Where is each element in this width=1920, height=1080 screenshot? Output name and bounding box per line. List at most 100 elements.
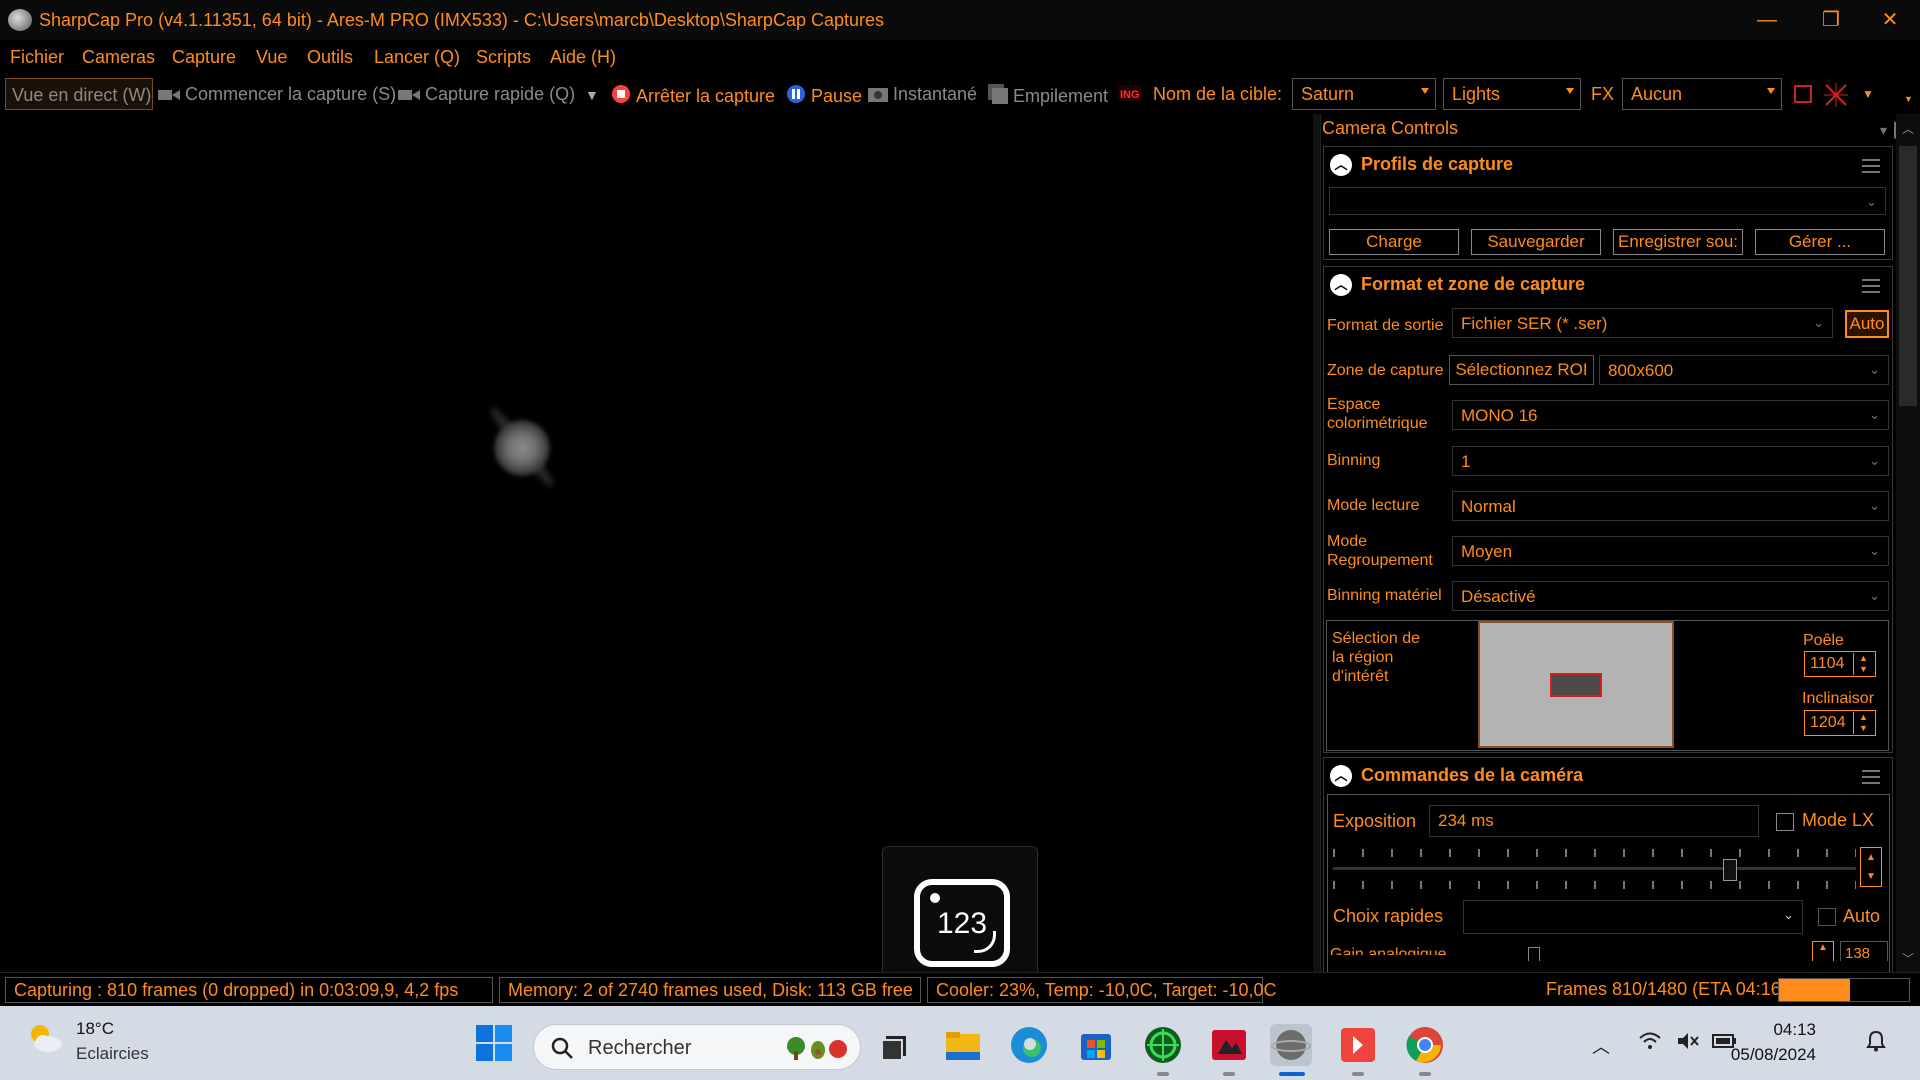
- phd-guiding-icon[interactable]: [1142, 1024, 1184, 1066]
- edge-browser-icon[interactable]: [1008, 1024, 1050, 1066]
- readmode-select[interactable]: Normal ⌄: [1452, 491, 1889, 521]
- clock-time[interactable]: 04:13: [1718, 1020, 1816, 1040]
- chevron-down-icon: ⌄: [1869, 407, 1880, 422]
- group-header[interactable]: ︿ Format et zone de capture: [1324, 267, 1892, 303]
- microsoft-store-icon[interactable]: [1075, 1024, 1117, 1066]
- snapshot-button[interactable]: Instantané: [868, 84, 977, 107]
- grouping-select[interactable]: Moyen ⌄: [1452, 536, 1889, 566]
- roi-rectangle[interactable]: [1550, 673, 1602, 697]
- colorspace-select[interactable]: MONO 16 ⌄: [1452, 400, 1889, 430]
- select-roi-button[interactable]: Sélectionnez ROI: [1449, 355, 1594, 385]
- chevron-down-icon[interactable]: ▼: [585, 87, 599, 103]
- status-bar: Capturing : 810 frames (0 dropped) in 0:…: [0, 972, 1920, 1006]
- ocr-icon-dot: [930, 893, 940, 903]
- menu-fichier[interactable]: Fichier: [10, 47, 64, 68]
- group-header[interactable]: ︿ Profils de capture: [1324, 147, 1892, 183]
- show-hidden-icons-chevron-icon[interactable]: ︿: [1592, 1033, 1610, 1059]
- output-format-value: Fichier SER (* .ser): [1461, 314, 1608, 333]
- menu-icon[interactable]: [1862, 279, 1880, 293]
- collapse-icon[interactable]: ︿: [1330, 154, 1352, 176]
- gain-step-up-icon[interactable]: ▲: [1812, 941, 1834, 961]
- roi-preview[interactable]: [1478, 621, 1674, 748]
- menu-icon[interactable]: [1862, 770, 1880, 784]
- notification-bell-icon[interactable]: [1866, 1030, 1886, 1057]
- overflow-chevron-icon[interactable]: ▼: [1904, 94, 1913, 104]
- clock-date[interactable]: 05/08/2024: [1718, 1045, 1816, 1065]
- scrollbar-thumb[interactable]: [1899, 146, 1917, 406]
- menu-lancer[interactable]: Lancer (Q): [374, 47, 460, 68]
- weather-partly-sunny-icon[interactable]: [26, 1022, 64, 1054]
- record-box-icon[interactable]: [1794, 85, 1812, 108]
- fx-select[interactable]: Aucun: [1622, 78, 1782, 110]
- spinner-arrows-icon[interactable]: ▲ ▼: [1853, 653, 1873, 675]
- stacking-button[interactable]: Empilement: [988, 84, 1108, 109]
- minimize-button[interactable]: —: [1747, 6, 1787, 34]
- crosshair-icon[interactable]: [1824, 83, 1848, 112]
- collapse-icon[interactable]: ︿: [1330, 274, 1352, 296]
- hwbinning-select[interactable]: Désactivé ⌄: [1452, 581, 1889, 611]
- tilt-spinner[interactable]: 1204 ▲ ▼: [1804, 710, 1876, 736]
- exposure-slider[interactable]: [1333, 849, 1856, 889]
- scroll-down-icon[interactable]: ﹀: [1902, 950, 1914, 967]
- wifi-icon[interactable]: [1638, 1031, 1662, 1056]
- search-icon: [550, 1036, 574, 1065]
- auto-format-button[interactable]: Auto: [1845, 310, 1889, 338]
- gain-slider-thumb[interactable]: [1528, 947, 1540, 961]
- scroll-up-icon[interactable]: ︿: [1902, 120, 1914, 137]
- maximize-button[interactable]: ❐: [1811, 6, 1851, 34]
- live-view-button[interactable]: Vue en direct (W): [5, 78, 153, 110]
- menu-icon[interactable]: [1862, 159, 1880, 173]
- start-capture-button[interactable]: Commencer la capture (S): [158, 84, 396, 107]
- exposure-input[interactable]: 234 ms: [1429, 805, 1759, 837]
- grouping-value: Moyen: [1461, 542, 1513, 561]
- save-as-profile-button[interactable]: Enregistrer sou:: [1613, 229, 1743, 255]
- taskbar-search-input[interactable]: Rechercher: [533, 1024, 861, 1070]
- task-view-icon[interactable]: [874, 1024, 916, 1066]
- collapse-icon[interactable]: ︿: [1330, 765, 1352, 787]
- binning-select[interactable]: 1 ⌄: [1452, 446, 1889, 476]
- frame-type-select[interactable]: Lights: [1443, 78, 1581, 110]
- windows-start-icon[interactable]: [476, 1025, 512, 1061]
- profile-select[interactable]: ⌄: [1329, 187, 1886, 215]
- lx-mode-checkbox[interactable]: [1776, 813, 1794, 831]
- binning-label: Binning: [1327, 452, 1381, 469]
- grouping-label: Mode Regroupement: [1327, 533, 1433, 569]
- output-format-select[interactable]: Fichier SER (* .ser) ⌄: [1452, 308, 1833, 338]
- start-capture-label: Commencer la capture (S): [185, 84, 397, 104]
- menu-aide[interactable]: Aide (H): [550, 47, 616, 68]
- menu-scripts[interactable]: Scripts: [476, 47, 531, 68]
- manage-profiles-button[interactable]: Gérer ...: [1755, 229, 1885, 255]
- slider-ticks: [1333, 881, 1856, 889]
- quick-capture-button[interactable]: Capture rapide (Q): [398, 84, 575, 107]
- stop-capture-button[interactable]: Arrêter la capture: [611, 84, 775, 109]
- spinner-arrows-icon[interactable]: ▲ ▼: [1853, 712, 1873, 734]
- close-button[interactable]: ✕: [1870, 6, 1910, 34]
- pan-spinner[interactable]: 1104 ▲ ▼: [1804, 651, 1876, 677]
- chrome-browser-icon[interactable]: [1404, 1024, 1446, 1066]
- exposure-step-arrows-icon[interactable]: ▲ ▼: [1860, 847, 1882, 887]
- panel-scrollbar[interactable]: ︿ ﹀: [1896, 114, 1920, 972]
- gain-value[interactable]: 138: [1840, 941, 1888, 961]
- load-profile-button[interactable]: Charge: [1329, 229, 1459, 255]
- group-header[interactable]: ︿ Commandes de la caméra: [1324, 758, 1892, 794]
- splitter[interactable]: [1313, 114, 1320, 972]
- astro-app-icon[interactable]: [1208, 1024, 1250, 1066]
- file-explorer-icon[interactable]: [942, 1024, 984, 1066]
- speaker-muted-icon[interactable]: [1676, 1031, 1700, 1056]
- weather-temperature: 18°C: [76, 1019, 114, 1038]
- menu-cameras[interactable]: Cameras: [82, 47, 155, 68]
- capture-area-select[interactable]: 800x600 ⌄: [1599, 355, 1889, 385]
- sharpcap-taskbar-icon[interactable]: [1270, 1024, 1312, 1066]
- menu-capture[interactable]: Capture: [172, 47, 236, 68]
- auto-checkbox[interactable]: [1818, 908, 1836, 926]
- menu-outils[interactable]: Outils: [307, 47, 353, 68]
- slider-thumb[interactable]: [1723, 859, 1738, 881]
- menu-vue[interactable]: Vue: [256, 47, 287, 68]
- chevron-down-icon[interactable]: ▼: [1862, 87, 1874, 101]
- anydesk-icon[interactable]: [1337, 1024, 1379, 1066]
- pause-button[interactable]: Pause: [786, 84, 862, 109]
- save-profile-button[interactable]: Sauvegarder: [1471, 229, 1601, 255]
- live-preview-area[interactable]: 123: [0, 114, 1143, 1001]
- quick-choice-select[interactable]: ⌄: [1463, 900, 1803, 934]
- target-name-select[interactable]: Saturn: [1292, 78, 1436, 110]
